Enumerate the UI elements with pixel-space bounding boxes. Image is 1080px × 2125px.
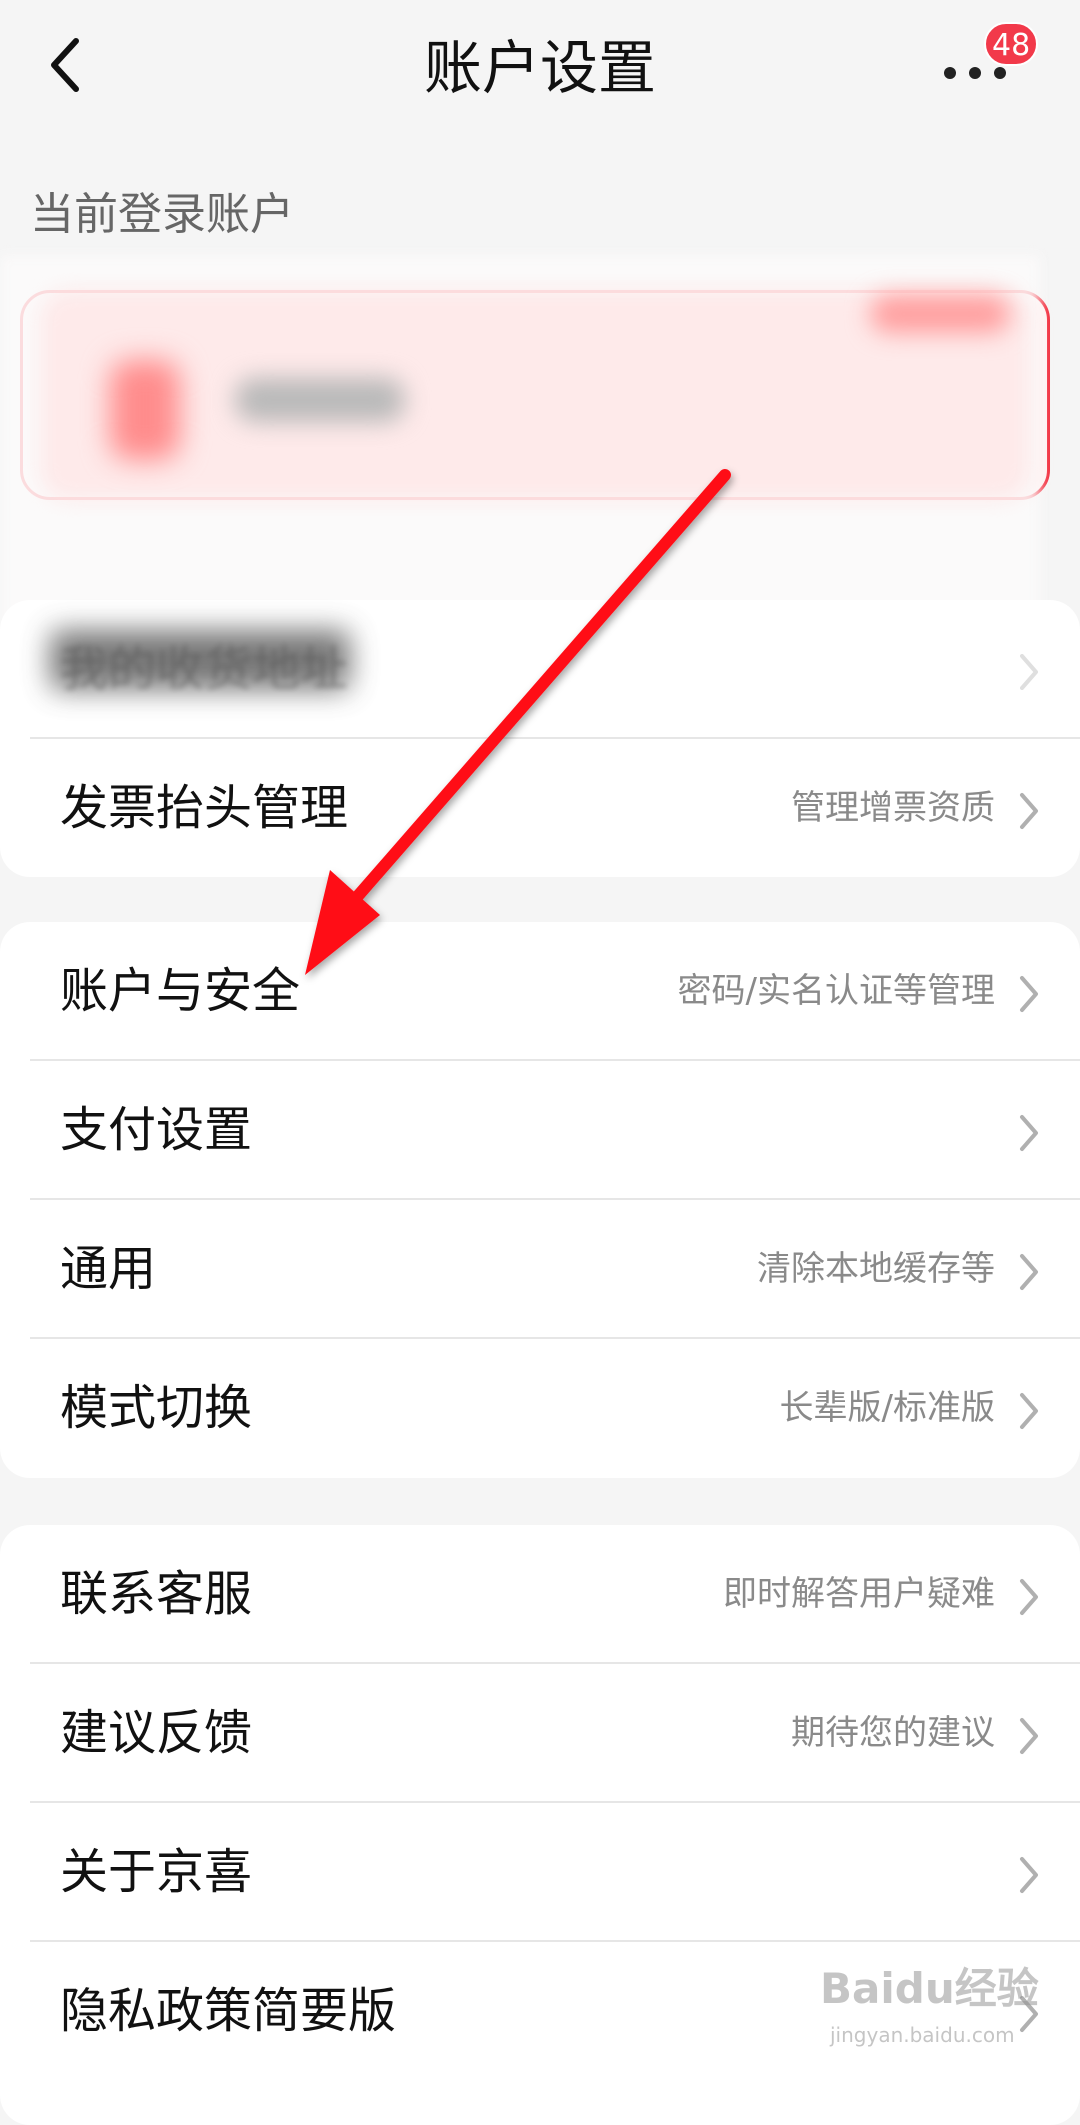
chevron-right-icon	[1020, 1579, 1038, 1615]
row-hint: 管理增票资质	[791, 788, 995, 828]
row-payment-settings[interactable]: 支付设置	[0, 1061, 1080, 1200]
row-account-security[interactable]: 账户与安全 密码/实名认证等管理	[0, 922, 1080, 1061]
row-customer-service[interactable]: 联系客服 即时解答用户疑难	[0, 1525, 1080, 1664]
row-hint: 即时解答用户疑难	[723, 1574, 995, 1614]
chevron-right-icon	[1020, 1115, 1038, 1151]
row-label: 模式切换	[60, 1380, 253, 1436]
row-feedback[interactable]: 建议反馈 期待您的建议	[0, 1664, 1080, 1803]
row-label: 隐私政策简要版	[60, 1983, 397, 2039]
watermark-text: Baidu经验	[820, 1964, 1039, 2013]
row-hint: 期待您的建议	[791, 1713, 995, 1753]
row-about[interactable]: 关于京喜	[0, 1803, 1080, 1942]
row-label: 支付设置	[60, 1102, 253, 1158]
row-hint: 长辈版/标准版	[779, 1388, 995, 1428]
row-label: 发票抬头管理	[60, 780, 349, 836]
row-label: 通用	[60, 1241, 157, 1297]
watermark: Baidu经验 jingyan.baidu.com	[820, 1955, 1050, 2065]
account-name-blurred	[235, 378, 405, 422]
avatar	[110, 360, 180, 460]
row-label: 联系客服	[60, 1566, 253, 1622]
chevron-right-icon	[1020, 976, 1038, 1012]
row-invoice-title[interactable]: 发票抬头管理 管理增票资质	[0, 739, 1080, 878]
chevron-right-icon	[1020, 793, 1038, 829]
chevron-right-icon	[1020, 1857, 1038, 1893]
address-label-blurred	[50, 630, 350, 690]
row-label: 建议反馈	[60, 1705, 253, 1761]
row-hint: 清除本地缓存等	[757, 1249, 995, 1289]
row-label: 账户与安全	[60, 963, 301, 1019]
row-mode-switch[interactable]: 模式切换 长辈版/标准版	[0, 1339, 1080, 1478]
row-hint: 密码/实名认证等管理	[677, 971, 995, 1011]
account-tag-blurred	[870, 295, 1010, 333]
chevron-right-icon	[1020, 1393, 1038, 1429]
top-bar: 账户设置 48	[0, 0, 1080, 140]
chevron-right-icon	[1020, 1718, 1038, 1754]
chevron-right-icon	[1020, 654, 1038, 690]
page-title: 账户设置	[423, 34, 656, 102]
chevron-right-icon	[1020, 1254, 1038, 1290]
current-account-label: 当前登录账户	[30, 189, 294, 240]
row-general[interactable]: 通用 清除本地缓存等	[0, 1200, 1080, 1339]
settings-group-account: 账户与安全 密码/实名认证等管理 支付设置 通用 清除本地缓存等 模式切换 长辈…	[0, 922, 1080, 1478]
notification-badge: 48	[984, 22, 1039, 66]
watermark-url: jingyan.baidu.com	[830, 2023, 1015, 2047]
row-label: 关于京喜	[60, 1844, 253, 1900]
